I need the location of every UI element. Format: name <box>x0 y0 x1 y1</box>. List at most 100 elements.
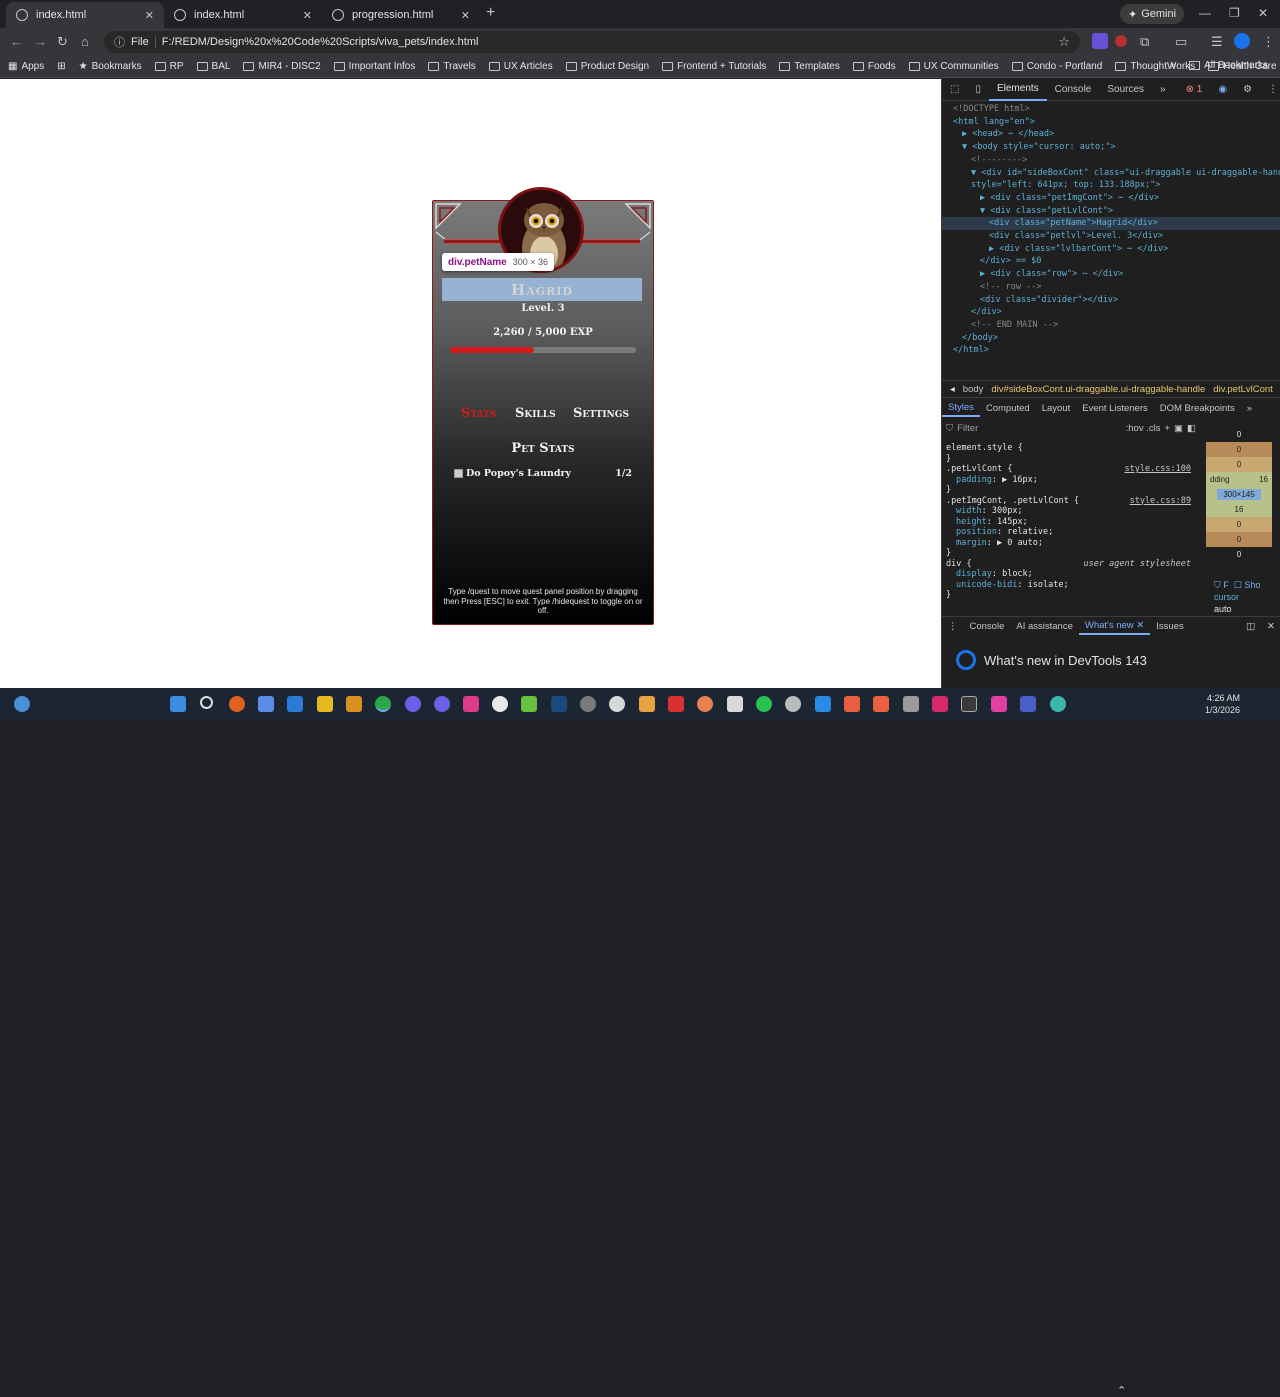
tab-computed[interactable]: Computed <box>980 399 1036 417</box>
css-value[interactable]: block; <box>1002 569 1033 579</box>
bookmark-bookmarks[interactable]: ★ Bookmarks <box>79 61 142 72</box>
bookmark-folder[interactable]: Foods <box>852 61 896 72</box>
dock-icon[interactable]: ◫ <box>1240 617 1261 635</box>
bookmark-folder[interactable]: Travels <box>428 61 476 72</box>
forward-icon[interactable]: → <box>34 34 47 49</box>
steam-icon[interactable] <box>551 696 567 712</box>
close-icon[interactable]: ✕ <box>145 9 154 22</box>
notion-icon[interactable] <box>727 696 743 712</box>
app-icon[interactable] <box>346 696 362 712</box>
styles-filter[interactable]: ⛉ Filter :hov .cls + ▣ ◧ <box>946 420 1196 436</box>
bookmark-folder[interactable]: Frontend + Tutorials <box>662 61 766 72</box>
tray-chevron-icon[interactable]: ⌃ <box>1117 1384 1126 1397</box>
discord-icon[interactable] <box>405 696 421 712</box>
css-selector[interactable]: div {user agent stylesheet <box>946 559 1191 570</box>
gemini-button[interactable]: ✦ Gemini <box>1120 4 1185 24</box>
app-icon[interactable] <box>258 696 274 712</box>
new-tab-button[interactable]: + <box>486 4 495 22</box>
dom-line[interactable]: </body> <box>942 332 1280 345</box>
tab-index[interactable]: index.html ✕ <box>164 2 322 28</box>
css-property[interactable]: display <box>956 569 992 579</box>
tab-stats[interactable]: Stats <box>461 406 496 421</box>
vscode-icon[interactable] <box>815 696 831 712</box>
chrome-icon[interactable] <box>375 696 391 712</box>
css-selector[interactable]: .petImgCont, .petLvlCont {style.css:89 <box>946 496 1191 507</box>
css-selector[interactable]: .petLvlCont {style.css:100 <box>946 464 1191 475</box>
settings-icon[interactable]: ⚙ <box>1235 79 1260 101</box>
app-icon[interactable] <box>609 696 625 712</box>
breadcrumb-item[interactable]: div#sideBoxCont.ui-draggable.ui-draggabl… <box>991 384 1205 395</box>
sidepanel-icon[interactable]: ☰ <box>1211 34 1223 50</box>
dom-line[interactable]: <!--------> <box>942 154 1280 167</box>
media-icon[interactable]: ▭ <box>1175 34 1187 50</box>
dom-line[interactable]: ▼ <body style="cursor: auto;"> <box>942 141 1280 154</box>
tab-event-listeners[interactable]: Event Listeners <box>1076 399 1153 417</box>
css-declaration[interactable]: width: 300px; <box>956 506 1191 517</box>
css-selector[interactable]: } <box>946 485 1191 496</box>
tab-settings[interactable]: Settings <box>573 406 629 421</box>
breadcrumb-item[interactable]: body <box>963 384 984 395</box>
reload-icon[interactable]: ↻ <box>57 34 68 50</box>
css-source-link[interactable]: style.css:100 <box>1124 464 1191 475</box>
close-drawer-icon[interactable]: ✕ <box>1261 617 1280 635</box>
bookmark-folder[interactable]: Important Infos <box>333 61 415 72</box>
tab-progression[interactable]: progression.html ✕ <box>322 2 480 28</box>
tab-console[interactable]: Console <box>1047 79 1100 101</box>
device-toggle-icon[interactable]: ▯ <box>967 79 989 101</box>
dom-line[interactable]: <div class="petlvl">Level. 3</div> <box>942 230 1280 243</box>
tab-index-active[interactable]: index.html ✕ <box>6 2 164 28</box>
css-value[interactable]: isolate; <box>1028 580 1069 590</box>
extension-icon[interactable] <box>1115 35 1127 47</box>
css-declaration[interactable]: padding: ▶ 16px; <box>956 475 1191 486</box>
more-icon[interactable]: » <box>1241 399 1258 417</box>
system-clock[interactable]: 4:26 AM 1/3/2026 <box>1205 692 1240 716</box>
css-property[interactable]: padding <box>956 475 992 485</box>
dom-line[interactable]: style="left: 641px; top: 133.188px;"> <box>942 179 1280 192</box>
app-icon[interactable] <box>580 696 596 712</box>
styles-pane[interactable]: element.style {} .petLvlCont {style.css:1… <box>942 437 1197 615</box>
extension-icon[interactable] <box>1092 33 1108 49</box>
css-declaration[interactable]: position: relative; <box>956 527 1191 538</box>
weather-icon[interactable] <box>14 696 30 712</box>
address-bar[interactable]: ⓘ File F:/REDM/Design%20x%20Code%20Scrip… <box>104 31 1080 53</box>
bookmark-folder[interactable]: Condo - Portland <box>1011 61 1102 72</box>
bookmark-grid[interactable]: ⊞ <box>57 61 65 72</box>
all-bookmarks[interactable]: » All Bookmarks <box>1170 60 1268 71</box>
css-declaration[interactable]: unicode-bidi: isolate; <box>956 580 1191 591</box>
profile-avatar[interactable] <box>1234 33 1250 49</box>
dom-line[interactable]: </html> <box>942 344 1280 357</box>
ai-icon[interactable]: ◉ <box>1210 79 1235 101</box>
tab-elements[interactable]: Elements <box>988 79 1047 101</box>
dom-line[interactable]: ▼ <div class="petLvlCont"> <box>942 205 1280 218</box>
dom-line[interactable]: <div class="divider"></div> <box>942 294 1280 307</box>
css-declaration[interactable]: height: 145px; <box>956 517 1191 528</box>
close-icon[interactable]: ✕ <box>1136 620 1144 631</box>
app-icon[interactable] <box>1050 696 1066 712</box>
dom-line[interactable]: <html lang="en"> <box>942 116 1280 129</box>
css-value[interactable]: 300px; <box>992 506 1023 516</box>
figma-icon[interactable] <box>463 696 479 712</box>
more-tabs-icon[interactable]: » <box>1152 79 1174 101</box>
search-icon[interactable] <box>200 696 213 709</box>
tab-skills[interactable]: Skills <box>515 406 556 421</box>
dom-line[interactable]: <!-- row --> <box>942 281 1280 294</box>
dom-line[interactable]: ▶ <div class="lvlbarCont"> ⋯ </div> <box>942 243 1280 256</box>
app-icon[interactable] <box>287 696 303 712</box>
inspect-icon[interactable]: ⬚ <box>942 79 967 101</box>
error-count[interactable]: ⊗ 1 <box>1178 79 1211 101</box>
bookmark-folder[interactable]: Product Design <box>565 61 649 72</box>
bookmark-folder[interactable]: MIR4 - DISC2 <box>243 61 321 72</box>
sidebar-toggle-icon[interactable]: ◧ <box>1187 423 1196 434</box>
home-icon[interactable]: ⌂ <box>81 34 89 49</box>
windows-start-icon[interactable] <box>170 696 186 712</box>
close-icon[interactable]: ✕ <box>303 9 312 22</box>
app-icon[interactable] <box>932 696 948 712</box>
slack-icon[interactable] <box>492 696 508 712</box>
css-property[interactable]: width <box>956 506 982 516</box>
css-selector[interactable]: } <box>946 590 1191 601</box>
css-value[interactable]: relative; <box>1007 527 1053 537</box>
minimize-button[interactable]: — <box>1199 6 1211 20</box>
css-property[interactable]: height <box>956 517 987 527</box>
add-rule-icon[interactable]: + <box>1164 423 1170 434</box>
menu-icon[interactable]: ⋮ <box>1262 34 1275 50</box>
